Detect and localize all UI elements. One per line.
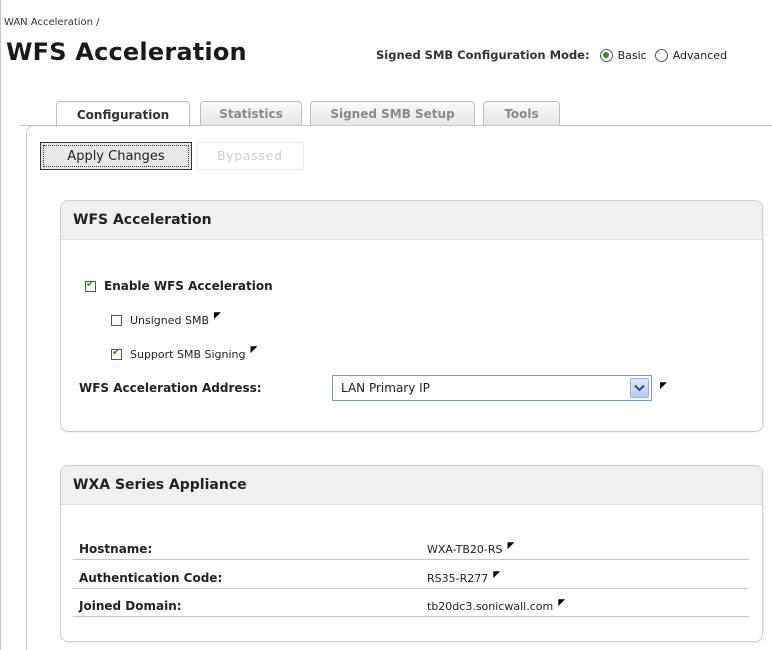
joined-domain-text: tb20dc3.sonicwall.com — [427, 600, 554, 613]
unsigned-smb-label[interactable]: Unsigned SMB — [130, 314, 209, 327]
apply-changes-button[interactable]: Apply Changes — [40, 142, 192, 170]
wxa-panel-title: WXA Series Appliance — [61, 466, 762, 505]
tab-statistics[interactable]: Statistics — [200, 101, 302, 125]
breadcrumb[interactable]: WAN Acceleration / — [4, 17, 100, 28]
smb-mode-label: Signed SMB Configuration Mode: — [376, 48, 590, 62]
window-left-border — [0, 0, 1, 650]
table-row: Joined Domain: tb20dc3.sonicwall.com ◤ — [73, 593, 749, 617]
tab-configuration[interactable]: Configuration — [56, 101, 190, 127]
tooltip-marker-icon[interactable]: ◤ — [660, 381, 667, 391]
tab-signed-smb-setup[interactable]: Signed SMB Setup — [310, 101, 475, 125]
support-smb-signing-checkbox[interactable] — [111, 347, 122, 360]
wfs-address-label: WFS Acceleration Address: — [79, 381, 262, 395]
smb-mode-selector: Signed SMB Configuration Mode: Basic Adv… — [376, 48, 735, 62]
tooltip-marker-icon[interactable]: ◤ — [508, 541, 515, 551]
radio-basic-label[interactable]: Basic — [618, 49, 647, 62]
radio-basic[interactable] — [599, 48, 613, 62]
hostname-text: WXA-TB20-RS — [427, 543, 503, 556]
radio-advanced[interactable] — [654, 48, 668, 62]
wfs-address-value: LAN Primary IP — [341, 381, 430, 395]
tooltip-marker-icon[interactable]: ◤ — [214, 311, 221, 321]
tooltip-marker-icon[interactable]: ◤ — [558, 598, 565, 608]
wfs-address-row: WFS Acceleration Address: — [79, 381, 262, 395]
enable-wfs-checkbox[interactable] — [85, 279, 96, 292]
page-title: WFS Acceleration — [6, 38, 247, 66]
tooltip-marker-icon[interactable]: ◤ — [251, 345, 258, 355]
table-row: Hostname: WXA-TB20-RS ◤ — [73, 536, 749, 560]
joined-domain-value: tb20dc3.sonicwall.com ◤ — [427, 598, 565, 613]
bypassed-button[interactable]: Bypassed — [196, 142, 304, 170]
wfs-panel-title: WFS Acceleration — [61, 201, 762, 240]
unsigned-smb-row: Unsigned SMB ◤ — [111, 311, 221, 327]
wxa-series-appliance-panel: WXA Series Appliance Hostname: WXA-TB20-… — [60, 465, 763, 642]
wfs-acceleration-panel: WFS Acceleration Enable WFS Acceleration… — [60, 200, 763, 432]
tab-tools[interactable]: Tools — [483, 101, 560, 125]
enable-wfs-label[interactable]: Enable WFS Acceleration — [104, 279, 273, 293]
joined-domain-label: Joined Domain: — [79, 599, 182, 613]
enable-wfs-row: Enable WFS Acceleration — [85, 279, 273, 293]
authentication-code-label: Authentication Code: — [79, 571, 223, 585]
tooltip-marker-icon[interactable]: ◤ — [493, 570, 500, 580]
support-smb-signing-row: Support SMB Signing ◤ — [111, 345, 258, 361]
chevron-down-icon[interactable] — [630, 378, 649, 398]
table-row: Authentication Code: RS35-R277 ◤ — [73, 565, 749, 589]
hostname-value: WXA-TB20-RS ◤ — [427, 541, 515, 556]
authentication-code-text: RS35-R277 — [427, 572, 489, 585]
radio-advanced-label[interactable]: Advanced — [673, 49, 727, 62]
wfs-address-select[interactable]: LAN Primary IP — [332, 375, 652, 401]
authentication-code-value: RS35-R277 ◤ — [427, 570, 500, 585]
unsigned-smb-checkbox[interactable] — [111, 315, 122, 326]
hostname-label: Hostname: — [79, 542, 153, 556]
support-smb-signing-label[interactable]: Support SMB Signing — [130, 348, 246, 361]
